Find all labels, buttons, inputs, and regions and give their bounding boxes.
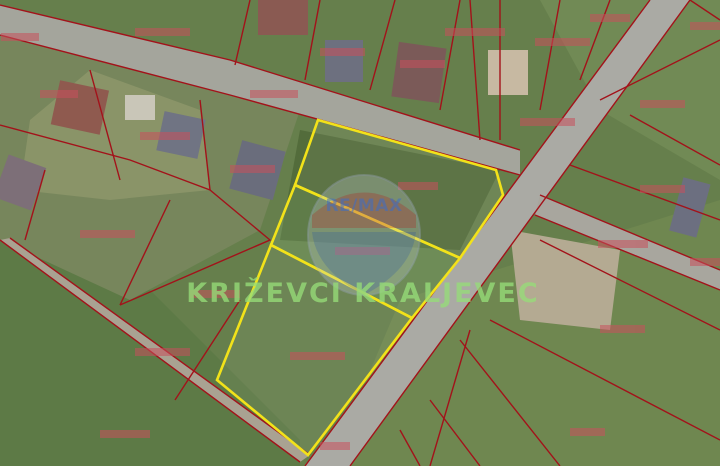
parcel-number-label — [320, 442, 350, 450]
house-roof — [258, 0, 308, 35]
parcel-number-label — [398, 182, 438, 190]
parcel-number-label — [640, 100, 685, 108]
parcel-number-label — [640, 185, 685, 193]
parcel-number-label — [590, 14, 630, 22]
cadastral-map[interactable]: RE/MAX KRIŽEVCI KRALJEVEC — [0, 0, 720, 466]
logo-text: RE/MAX — [325, 196, 403, 216]
parcel-number-label — [230, 165, 275, 173]
remax-logo — [307, 174, 421, 296]
house-roof — [391, 41, 447, 104]
parcel-number-label — [135, 348, 190, 356]
parcel-number-label — [400, 60, 445, 68]
parcel-number-label — [535, 38, 590, 46]
parcel-number-label — [80, 230, 135, 238]
parcel-number-label — [690, 258, 720, 266]
shed-roof — [125, 95, 155, 120]
parcel-number-label — [290, 352, 345, 360]
parcel-number-label — [1, 33, 39, 41]
parcel-number-label — [690, 22, 720, 30]
parcel-number-label — [40, 90, 78, 98]
parcel-number-label — [570, 428, 605, 436]
parcel-number-label — [445, 28, 505, 36]
house-roof — [325, 40, 363, 82]
parcel-number-label — [520, 118, 575, 126]
parcel-number-label — [320, 48, 365, 56]
map-canvas — [0, 0, 720, 466]
parcel-number-label — [140, 132, 190, 140]
parcel-number-label — [600, 325, 645, 333]
watermark: KRIŽEVCI KRALJEVEC — [186, 278, 540, 309]
parcel-number-label — [250, 90, 298, 98]
parcel-number-label — [100, 430, 150, 438]
shed-roof — [488, 50, 528, 95]
parcel-number-label — [598, 240, 648, 248]
parcel-number-label — [135, 28, 190, 36]
